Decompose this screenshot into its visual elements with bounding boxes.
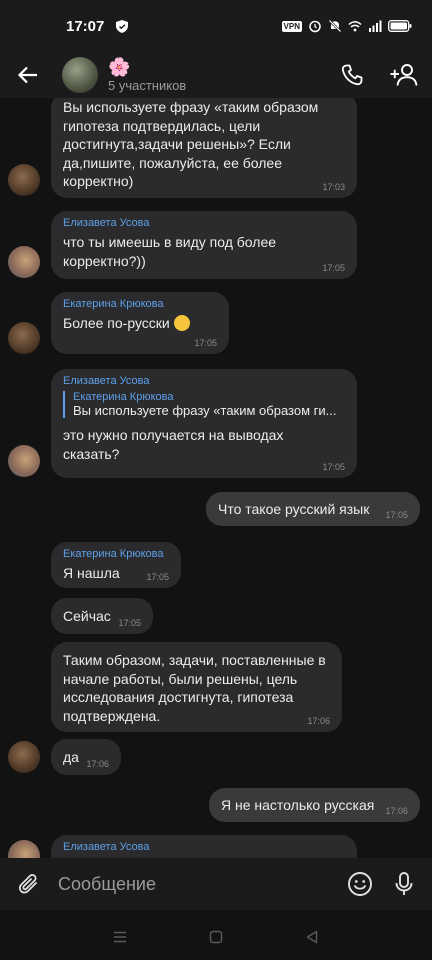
quote-text: Вы используете фразу «таким образом ги..… <box>73 403 337 418</box>
add-user-icon <box>390 64 418 86</box>
status-bar: 17:07 VPN <box>0 0 432 52</box>
battery-icon <box>388 20 412 32</box>
menu-icon[interactable] <box>113 931 127 943</box>
back-triangle-icon[interactable] <box>305 930 319 944</box>
message-time: 17:06 <box>385 806 408 816</box>
shield-icon <box>116 19 129 33</box>
quote-author: Екатерина Крюкова <box>73 391 174 403</box>
wifi-icon <box>348 21 362 32</box>
avatar[interactable] <box>8 445 40 477</box>
message-bubble[interactable]: да 17:06 <box>51 739 121 775</box>
smiley-icon <box>348 872 372 896</box>
voice-message-button[interactable] <box>382 871 426 897</box>
avatar[interactable] <box>8 246 40 278</box>
avatar[interactable] <box>8 840 40 858</box>
message-text: что ты имеешь в виду под более корректно… <box>63 234 277 269</box>
status-time: 17:07 <box>66 17 105 35</box>
paperclip-icon <box>18 874 37 894</box>
message-time: 17:05 <box>146 572 169 582</box>
message-list[interactable]: Вы используете фразу «таким образом гипо… <box>0 98 432 858</box>
group-avatar[interactable] <box>62 57 98 93</box>
back-button[interactable] <box>0 52 56 98</box>
message-bubble[interactable]: Сейчас 17:05 <box>51 598 153 634</box>
participants-count: 5 участников <box>108 78 187 93</box>
arrow-left-icon <box>17 66 37 84</box>
message-bubble[interactable]: Таким образом, задачи, поставленные в на… <box>51 642 342 732</box>
message-text: Таким образом, задачи, поставленные в на… <box>63 652 326 724</box>
message-time: 17:05 <box>194 338 217 348</box>
add-member-button[interactable] <box>386 56 424 94</box>
avatar[interactable] <box>8 322 40 354</box>
sender-name[interactable]: Елизавета Усова <box>63 217 345 229</box>
message-time: 17:05 <box>385 510 408 520</box>
message-bubble-outgoing[interactable]: Я не настолько русская 17:06 <box>209 788 420 822</box>
phone-icon <box>341 64 363 86</box>
message-bubble[interactable]: Екатерина Крюкова Более по-русски 17:05 <box>51 292 229 354</box>
call-button[interactable] <box>333 56 371 94</box>
sender-name[interactable]: Елизавета Усова <box>63 841 345 853</box>
rofl-emoji-icon <box>173 315 190 331</box>
chat-header: 🌸 5 участников <box>0 52 432 98</box>
status-icons: VPN <box>281 19 412 33</box>
sender-name[interactable]: Екатерина Крюкова <box>63 298 217 310</box>
sender-name[interactable]: Екатерина Крюкова <box>63 548 169 560</box>
alarm-icon <box>309 20 321 33</box>
sender-name[interactable]: Елизавета Усова <box>63 375 345 387</box>
message-bubble[interactable]: Вы используете фразу «таким образом гипо… <box>51 98 357 198</box>
message-time: 17:06 <box>86 759 109 769</box>
vpn-badge: VPN <box>281 20 302 32</box>
message-bubble[interactable]: Елизавета Усова <box>51 835 357 858</box>
message-text: Я не настолько русская <box>221 797 375 813</box>
message-time: 17:06 <box>307 716 330 726</box>
message-text: Более по-русски <box>63 315 170 331</box>
chat-title-block[interactable]: 🌸 5 участников <box>108 57 186 93</box>
microphone-icon <box>395 872 413 895</box>
message-input[interactable]: Сообщение <box>58 874 338 895</box>
message-time: 17:03 <box>322 182 345 192</box>
message-bubble[interactable]: Елизавета Усова Екатерина Крюкова Вы исп… <box>51 369 357 478</box>
mute-icon <box>328 19 342 33</box>
message-composer: Сообщение <box>0 858 432 910</box>
message-text: Вы используете фразу «таким образом гипо… <box>63 99 319 189</box>
avatar[interactable] <box>8 164 40 196</box>
attach-button[interactable] <box>0 872 58 896</box>
message-time: 17:05 <box>322 263 345 273</box>
message-bubble-outgoing[interactable]: Что такое русский язык 17:05 <box>206 492 420 526</box>
message-bubble[interactable]: Екатерина Крюкова Я нашла 17:05 <box>51 542 181 588</box>
message-text: это нужно получается на выводах сказать? <box>63 427 284 462</box>
system-navigation-bar <box>0 914 432 960</box>
message-text: Что такое русский язык <box>218 501 370 517</box>
message-bubble[interactable]: Елизавета Усова что ты имеешь в виду под… <box>51 211 357 279</box>
signal-icon <box>369 20 382 32</box>
message-time: 17:05 <box>322 462 345 472</box>
avatar[interactable] <box>8 741 40 773</box>
emoji-button[interactable] <box>338 871 382 897</box>
message-time: 17:05 <box>118 618 141 628</box>
reply-quote[interactable]: Екатерина Крюкова Вы используете фразу «… <box>63 391 345 418</box>
home-icon[interactable] <box>209 930 223 944</box>
chat-title: 🌸 <box>108 57 131 77</box>
